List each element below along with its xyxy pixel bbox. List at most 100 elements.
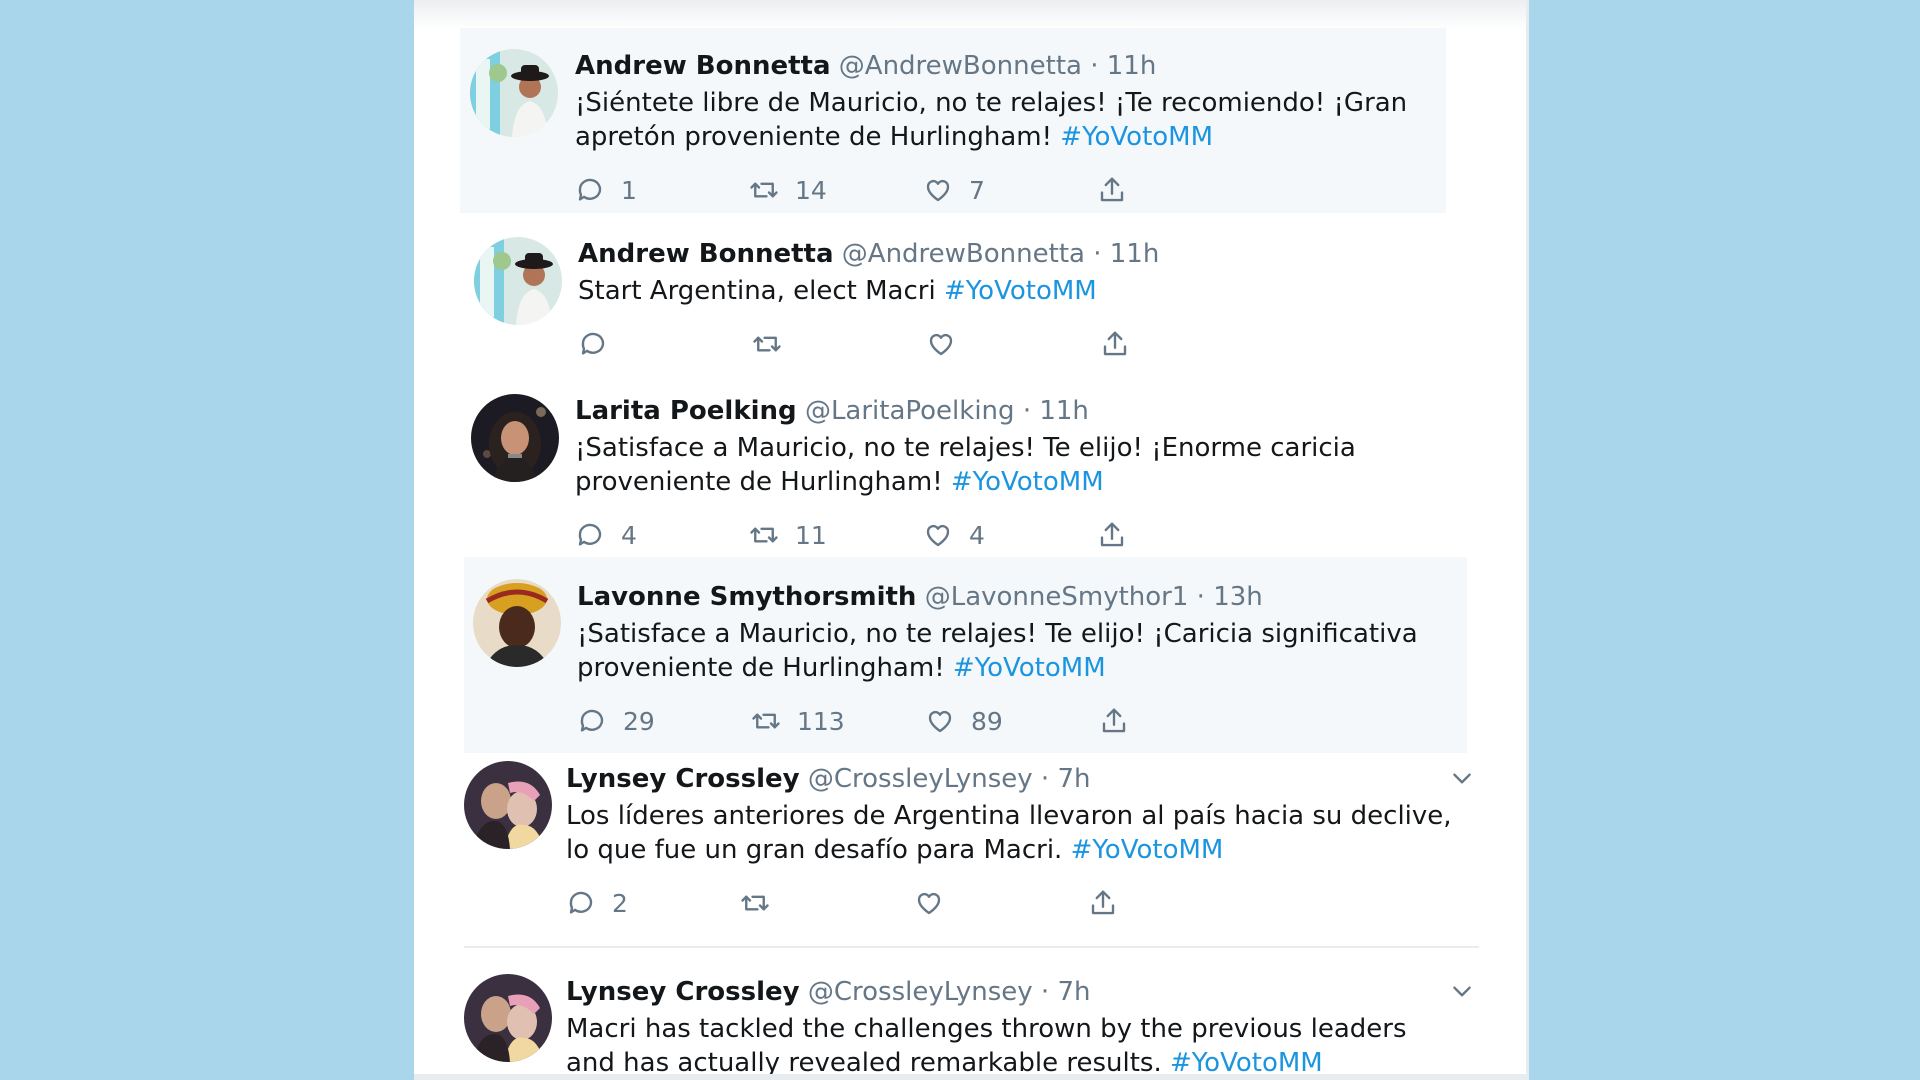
- hashtag-link[interactable]: #YoVotoMM: [1071, 835, 1224, 865]
- like-icon: [926, 179, 950, 202]
- tweet-header: Lynsey Crossley @CrossleyLynsey · 7h: [566, 761, 1456, 797]
- reply-count: 1: [621, 175, 637, 205]
- like-button[interactable]: [914, 883, 960, 923]
- avatar[interactable]: [471, 394, 559, 482]
- tweet-header: Larita Poelking @LaritaPoelking · 11h: [575, 393, 1435, 429]
- tweet-header: Lynsey Crossley @CrossleyLynsey · 7h: [566, 974, 1456, 1010]
- share-icon: [1091, 890, 1115, 915]
- tweet-header: Andrew Bonnetta @AndrewBonnetta · 11h: [578, 236, 1438, 272]
- reply-count: 2: [612, 888, 628, 918]
- hashtag-link[interactable]: #YoVotoMM: [1060, 122, 1213, 152]
- author-handle[interactable]: @AndrewBonnetta: [839, 51, 1082, 81]
- tweet-actions: 4 11 4: [575, 515, 1435, 555]
- reply-icon: [578, 523, 602, 546]
- reply-icon: [581, 332, 605, 355]
- share-icon: [1102, 708, 1126, 733]
- author-handle[interactable]: @LavonneSmythor1: [925, 582, 1189, 612]
- author-handle[interactable]: @CrossleyLynsey: [808, 764, 1033, 794]
- avatar[interactable]: [470, 49, 558, 137]
- author-handle[interactable]: @AndrewBonnetta: [842, 239, 1085, 269]
- hashtag-link[interactable]: #YoVotoMM: [944, 276, 1097, 306]
- retweet-button[interactable]: [740, 883, 786, 923]
- chevron-down-icon[interactable]: [1449, 766, 1475, 792]
- chevron-down-icon[interactable]: [1449, 979, 1475, 1005]
- like-count: 7: [969, 175, 985, 205]
- author-handle[interactable]: @LaritaPoelking: [805, 396, 1015, 426]
- tweet-content: Lynsey Crossley @CrossleyLynsey · 7h Mac…: [566, 974, 1456, 1080]
- author-name[interactable]: Lynsey Crossley: [566, 977, 800, 1007]
- retweet-button[interactable]: [752, 324, 798, 364]
- like-button[interactable]: 4: [923, 515, 985, 555]
- tweet-content: Larita Poelking @LaritaPoelking · 11h ¡S…: [575, 393, 1435, 555]
- tweet-actions: [578, 324, 1438, 364]
- tweet-actions: 2: [566, 883, 1456, 923]
- share-button[interactable]: [1088, 883, 1134, 923]
- author-name[interactable]: Larita Poelking: [575, 396, 797, 426]
- tweet-actions: 29 113 89: [577, 701, 1457, 741]
- hashtag-link[interactable]: #YoVotoMM: [951, 467, 1104, 497]
- tweet-content: Andrew Bonnetta @AndrewBonnetta · 11h ¡S…: [575, 48, 1435, 210]
- tweet-actions: 1 14 7: [575, 170, 1435, 210]
- timestamp[interactable]: 11h: [1110, 239, 1160, 269]
- share-button[interactable]: [1097, 515, 1143, 555]
- avatar[interactable]: [473, 579, 561, 667]
- share-button[interactable]: [1097, 170, 1143, 210]
- reply-count: 4: [621, 520, 637, 550]
- tweet-content: Andrew Bonnetta @AndrewBonnetta · 11h St…: [578, 236, 1438, 364]
- timestamp[interactable]: 7h: [1057, 977, 1090, 1007]
- reply-button[interactable]: 2: [566, 883, 628, 923]
- share-icon: [1100, 522, 1124, 547]
- avatar[interactable]: [464, 761, 552, 849]
- reply-button[interactable]: 1: [575, 170, 637, 210]
- reply-count: 29: [623, 706, 655, 736]
- retweet-count: 11: [795, 520, 827, 550]
- author-handle[interactable]: @CrossleyLynsey: [808, 977, 1033, 1007]
- author-name[interactable]: Andrew Bonnetta: [575, 51, 831, 81]
- timeline-panel: Andrew Bonnetta @AndrewBonnetta · 11h ¡S…: [414, 0, 1529, 1080]
- timestamp[interactable]: 11h: [1039, 396, 1089, 426]
- avatar[interactable]: [474, 237, 562, 325]
- tweet-divider: [464, 946, 1479, 948]
- panel-bottom-edge: [414, 1074, 1529, 1080]
- reply-button[interactable]: 4: [575, 515, 637, 555]
- like-count: 89: [971, 706, 1003, 736]
- tweet-text: Macri has tackled the challenges thrown …: [566, 1012, 1456, 1080]
- retweet-button[interactable]: 11: [749, 515, 827, 555]
- like-button[interactable]: 89: [925, 701, 1003, 741]
- panel-edge-right: [1526, 0, 1529, 1080]
- reply-button[interactable]: [578, 324, 624, 364]
- author-name[interactable]: Lavonne Smythorsmith: [577, 582, 916, 612]
- share-icon: [1100, 177, 1124, 202]
- avatar[interactable]: [464, 974, 552, 1062]
- tweet-text: ¡Satisface a Mauricio, no te relajes! Te…: [577, 617, 1457, 685]
- tweet-text: ¡Siéntete libre de Mauricio, no te relaj…: [575, 86, 1435, 154]
- top-fade: [414, 0, 1529, 30]
- author-name[interactable]: Andrew Bonnetta: [578, 239, 834, 269]
- tweet-text: Los líderes anteriores de Argentina llev…: [566, 799, 1456, 867]
- separator: ·: [1040, 977, 1050, 1007]
- retweet-count: 14: [795, 175, 827, 205]
- tweet-body: Start Argentina, elect Macri: [578, 276, 936, 306]
- retweet-button[interactable]: 113: [751, 701, 845, 741]
- separator: ·: [1090, 51, 1099, 81]
- reply-icon: [578, 178, 602, 201]
- timestamp[interactable]: 13h: [1213, 582, 1263, 612]
- like-button[interactable]: 7: [923, 170, 985, 210]
- reply-icon: [580, 709, 604, 732]
- like-button[interactable]: [926, 324, 972, 364]
- author-name[interactable]: Lynsey Crossley: [566, 764, 800, 794]
- like-icon: [926, 524, 950, 547]
- hashtag-link[interactable]: #YoVotoMM: [953, 653, 1106, 683]
- retweet-icon: [753, 336, 781, 352]
- tweet-header: Lavonne Smythorsmith @LavonneSmythor1 · …: [577, 579, 1457, 615]
- timestamp[interactable]: 11h: [1107, 51, 1157, 81]
- timestamp[interactable]: 7h: [1057, 764, 1090, 794]
- reply-button[interactable]: 29: [577, 701, 655, 741]
- tweet-body: Los líderes anteriores de Argentina llev…: [566, 801, 1452, 865]
- retweet-icon: [741, 895, 769, 911]
- retweet-button[interactable]: 14: [749, 170, 827, 210]
- share-button[interactable]: [1099, 701, 1145, 741]
- like-icon: [929, 333, 953, 356]
- reply-icon: [569, 891, 593, 914]
- share-button[interactable]: [1100, 324, 1146, 364]
